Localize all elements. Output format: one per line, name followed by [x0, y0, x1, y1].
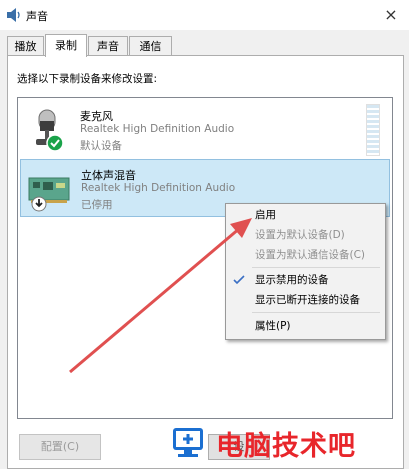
tab-communications[interactable]: 通信 [129, 36, 172, 56]
device-status: 默认设备 [80, 140, 122, 152]
microphone-icon [36, 109, 64, 152]
tab-bar: 播放 录制 声音 通信 [0, 34, 409, 57]
context-menu: 启用 设置为默认设备(D) 设置为默认通信设备(C) 显示禁用的设备 显示已断开… [225, 203, 386, 340]
soundcard-icon [28, 177, 70, 212]
tab-recording[interactable]: 录制 [45, 34, 87, 57]
menu-separator [252, 267, 380, 268]
device-status: 已停用 [81, 199, 113, 211]
close-button[interactable]: × [373, 0, 409, 30]
checkmark-icon [233, 275, 245, 285]
menu-item-properties[interactable]: 属性(P) [226, 316, 385, 336]
tab-sounds[interactable]: 声音 [88, 36, 128, 56]
window-title: 声音 [26, 10, 48, 23]
speaker-icon [7, 8, 20, 22]
level-meter [366, 104, 380, 156]
device-name: 立体声混音 [81, 169, 136, 182]
device-driver: Realtek High Definition Audio [80, 123, 235, 135]
menu-item-set-default[interactable]: 设置为默认设备(D) [226, 225, 385, 245]
menu-item-set-default-communication[interactable]: 设置为默认通信设备(C) [226, 245, 385, 265]
default-check-badge [46, 134, 64, 152]
configure-button[interactable]: 配置(C) [19, 434, 101, 460]
device-name: 麦克风 [80, 110, 113, 123]
menu-item-show-disconnected[interactable]: 显示已断开连接的设备 [226, 290, 385, 310]
watermark: 电脑技术吧 [168, 420, 409, 467]
watermark-text: 电脑技术吧 [216, 431, 356, 462]
menu-item-show-disabled[interactable]: 显示禁用的设备 [226, 270, 385, 290]
device-driver: Realtek High Definition Audio [81, 182, 236, 194]
menu-separator [252, 312, 380, 313]
device-item-microphone[interactable]: 麦克风 Realtek High Definition Audio 默认设备 [20, 101, 388, 157]
menu-item-enable[interactable]: 启用 [226, 205, 385, 225]
instruction-text: 选择以下录制设备来修改设置: [17, 73, 158, 85]
title-bar: 声音 × [0, 0, 409, 30]
tab-playback[interactable]: 播放 [7, 36, 44, 56]
watermark-logo-icon [173, 428, 203, 457]
